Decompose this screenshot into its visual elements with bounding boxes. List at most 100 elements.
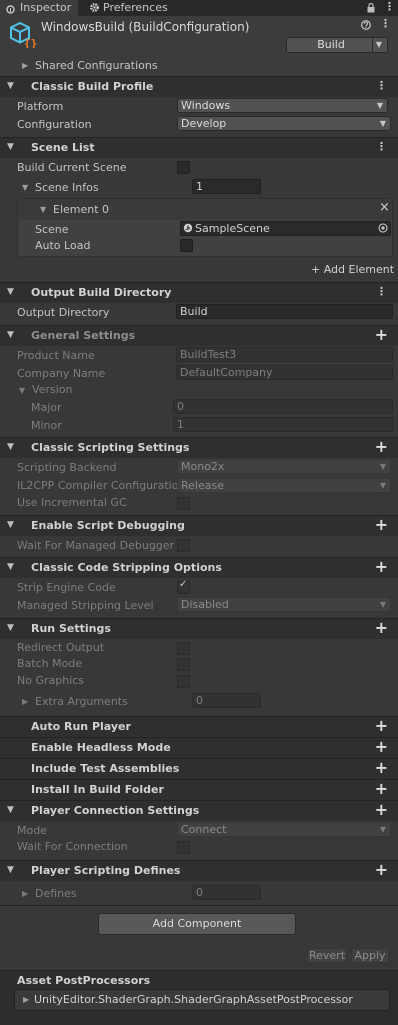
tab-preferences-label: Preferences bbox=[103, 1, 168, 14]
add-component-plus-icon[interactable]: + bbox=[375, 779, 388, 798]
add-component-button[interactable]: Add Component bbox=[98, 913, 296, 935]
product-name-label: Product Name bbox=[17, 349, 95, 362]
batch-mode-label: Batch Mode bbox=[17, 657, 83, 670]
element-label: Element 0 bbox=[53, 203, 110, 216]
add-component-plus-icon[interactable]: + bbox=[375, 860, 388, 879]
build-current-scene-checkbox[interactable] bbox=[177, 161, 190, 174]
section-menu-icon[interactable]: ⋮ bbox=[376, 79, 387, 92]
section-title: Include Test Assemblies bbox=[31, 762, 180, 775]
element-header[interactable]: ▼ Element 0 × bbox=[18, 199, 392, 220]
version-foldout-icon[interactable]: ▼ bbox=[19, 386, 25, 395]
il2cpp-value: Release bbox=[181, 479, 224, 492]
scene-object-field[interactable]: SampleScene bbox=[180, 221, 391, 236]
section-title: General Settings bbox=[31, 329, 136, 342]
build-button-label: Build bbox=[317, 38, 345, 51]
section-classic-scripting-settings[interactable]: ▼ Classic Scripting Settings + bbox=[0, 437, 398, 458]
add-component-plus-icon[interactable]: + bbox=[375, 557, 388, 576]
section-title: Install In Build Folder bbox=[31, 783, 164, 796]
lock-icon[interactable] bbox=[367, 2, 375, 13]
section-enable-script-debugging[interactable]: ▼ Enable Script Debugging + bbox=[0, 515, 398, 536]
foldout-arrow-icon[interactable]: ▼ bbox=[7, 330, 14, 340]
revert-button[interactable]: Revert bbox=[307, 948, 347, 963]
company-name-field: DefaultCompany bbox=[176, 365, 393, 380]
object-picker-icon[interactable] bbox=[378, 223, 388, 233]
section-title: Scene List bbox=[31, 141, 95, 154]
platform-dropdown[interactable]: Windows ▼ bbox=[177, 98, 388, 113]
wait-managed-debugger-label: Wait For Managed Debugger bbox=[17, 539, 175, 552]
build-dropdown-arrow-icon[interactable]: ▼ bbox=[376, 38, 382, 52]
section-auto-run-player[interactable]: Auto Run Player + bbox=[0, 716, 398, 737]
object-menu-icon[interactable]: ⋮ bbox=[380, 17, 391, 30]
build-button[interactable]: Build ▼ bbox=[286, 36, 388, 53]
add-component-plus-icon[interactable]: + bbox=[375, 800, 388, 819]
add-component-plus-icon[interactable]: + bbox=[375, 618, 388, 637]
section-player-scripting-defines[interactable]: ▼ Player Scripting Defines + bbox=[0, 860, 398, 881]
section-classic-code-stripping[interactable]: ▼ Classic Code Stripping Options + bbox=[0, 557, 398, 578]
section-general-settings[interactable]: ▼ General Settings + bbox=[0, 325, 398, 346]
postprocessor-foldout-icon[interactable]: ▶ bbox=[23, 995, 29, 1004]
inspector-icon bbox=[6, 3, 15, 14]
foldout-arrow-icon[interactable]: ▼ bbox=[7, 520, 14, 530]
chevron-down-icon: ▼ bbox=[376, 101, 383, 110]
section-title: Player Connection Settings bbox=[31, 804, 200, 817]
svg-text:{}: {} bbox=[24, 37, 37, 48]
shared-configurations-foldout-icon[interactable]: ▶ bbox=[22, 61, 28, 70]
scripting-backend-label: Scripting Backend bbox=[17, 461, 117, 474]
foldout-arrow-icon[interactable]: ▼ bbox=[7, 562, 14, 572]
section-include-test-assemblies[interactable]: Include Test Assemblies + bbox=[0, 758, 398, 779]
kebab-menu-icon[interactable]: ⋮ bbox=[384, 0, 395, 13]
scene-infos-count-field[interactable]: 1 bbox=[192, 179, 261, 194]
foldout-arrow-icon[interactable]: ▼ bbox=[7, 442, 14, 452]
add-component-plus-icon[interactable]: + bbox=[375, 325, 388, 344]
foldout-arrow-icon[interactable]: ▼ bbox=[7, 805, 14, 815]
foldout-arrow-icon[interactable]: ▼ bbox=[7, 623, 14, 633]
asset-postprocessors-panel: Asset PostProcessors ▶ UnityEditor.Shade… bbox=[0, 970, 398, 1025]
section-output-build-directory[interactable]: ▼ Output Build Directory ⋮ bbox=[0, 282, 398, 303]
defines-foldout-icon[interactable]: ▶ bbox=[22, 889, 28, 898]
section-player-connection-settings[interactable]: ▼ Player Connection Settings + bbox=[0, 800, 398, 821]
close-icon[interactable]: × bbox=[379, 200, 390, 215]
scripting-backend-dropdown: Mono2x ▼ bbox=[177, 459, 391, 474]
section-install-in-build-folder[interactable]: Install In Build Folder + bbox=[0, 779, 398, 800]
tab-inspector[interactable]: Inspector bbox=[0, 0, 78, 16]
minor-value: 1 bbox=[177, 418, 184, 431]
revert-label: Revert bbox=[308, 949, 346, 962]
asset-postprocessors-title: Asset PostProcessors bbox=[17, 974, 151, 987]
output-directory-field[interactable]: Build bbox=[176, 304, 393, 319]
scene-infos-count: 1 bbox=[196, 180, 203, 193]
apply-button[interactable]: Apply bbox=[351, 948, 389, 963]
auto-load-checkbox[interactable] bbox=[180, 239, 193, 252]
section-title: Auto Run Player bbox=[31, 720, 131, 733]
element-foldout-icon[interactable]: ▼ bbox=[40, 205, 46, 214]
configuration-dropdown[interactable]: Develop ▼ bbox=[177, 116, 391, 131]
shared-configurations-label[interactable]: Shared Configurations bbox=[35, 59, 158, 72]
foldout-arrow-icon[interactable]: ▼ bbox=[7, 142, 14, 152]
section-menu-icon[interactable]: ⋮ bbox=[376, 140, 387, 153]
help-icon[interactable] bbox=[361, 20, 371, 30]
section-scene-list[interactable]: ▼ Scene List ⋮ bbox=[0, 137, 398, 158]
add-component-plus-icon[interactable]: + bbox=[375, 437, 388, 456]
add-component-plus-icon[interactable]: + bbox=[375, 716, 388, 735]
build-button-divider bbox=[372, 36, 373, 52]
tab-preferences[interactable]: Preferences bbox=[86, 0, 176, 16]
foldout-arrow-icon[interactable]: ▼ bbox=[7, 287, 14, 297]
company-name-value: DefaultCompany bbox=[180, 366, 273, 379]
section-enable-headless-mode[interactable]: Enable Headless Mode + bbox=[0, 737, 398, 758]
section-classic-build-profile[interactable]: ▼ Classic Build Profile ⋮ bbox=[0, 76, 398, 97]
add-element-button[interactable]: + Add Element bbox=[311, 263, 394, 276]
add-component-plus-icon[interactable]: + bbox=[375, 737, 388, 756]
scene-infos-foldout-icon[interactable]: ▼ bbox=[22, 183, 28, 192]
foldout-arrow-icon[interactable]: ▼ bbox=[7, 865, 14, 875]
configuration-value: Develop bbox=[181, 117, 227, 130]
section-run-settings[interactable]: ▼ Run Settings + bbox=[0, 618, 398, 639]
section-title: Player Scripting Defines bbox=[31, 864, 181, 877]
section-menu-icon[interactable]: ⋮ bbox=[376, 285, 387, 298]
section-title: Classic Code Stripping Options bbox=[31, 561, 222, 574]
extra-arguments-foldout-icon[interactable]: ▶ bbox=[22, 697, 28, 706]
tab-bar: Inspector Preferences ⋮ bbox=[0, 0, 398, 16]
add-component-plus-icon[interactable]: + bbox=[375, 515, 388, 534]
batch-mode-checkbox bbox=[177, 658, 190, 671]
postprocessor-item[interactable]: ▶ UnityEditor.ShaderGraph.ShaderGraphAss… bbox=[14, 989, 390, 1011]
add-component-plus-icon[interactable]: + bbox=[375, 758, 388, 777]
foldout-arrow-icon[interactable]: ▼ bbox=[7, 81, 14, 91]
